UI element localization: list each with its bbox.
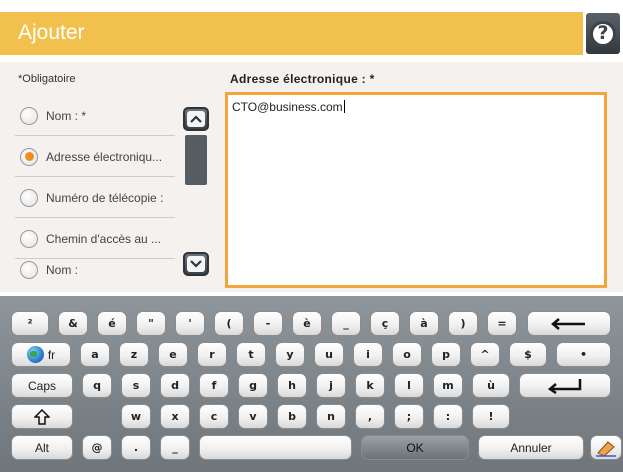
key-l[interactable]: l bbox=[394, 373, 424, 398]
chevron-down-icon bbox=[187, 256, 205, 272]
help-button[interactable]: ? bbox=[586, 13, 620, 54]
key-t[interactable]: t bbox=[236, 342, 266, 367]
key-s[interactable]: s bbox=[121, 373, 151, 398]
key-z[interactable]: z bbox=[119, 342, 149, 367]
shift-key[interactable] bbox=[11, 404, 73, 429]
key-period[interactable]: . bbox=[121, 435, 151, 460]
key-hyphen[interactable]: - bbox=[253, 311, 283, 336]
key-equals[interactable]: = bbox=[487, 311, 517, 336]
enter-key[interactable] bbox=[519, 373, 611, 398]
radio-button[interactable] bbox=[20, 106, 38, 125]
key-j[interactable]: j bbox=[316, 373, 346, 398]
key-r[interactable]: r bbox=[197, 342, 227, 367]
eraser-icon bbox=[596, 440, 616, 457]
key-open-paren[interactable]: ( bbox=[214, 311, 244, 336]
key-underscore-bottom[interactable]: _ bbox=[160, 435, 190, 460]
key-ampersand[interactable]: & bbox=[58, 311, 88, 336]
option-label: Nom : bbox=[46, 263, 79, 277]
email-input[interactable]: CTO@business.com bbox=[225, 92, 607, 288]
title-bar: Ajouter bbox=[0, 12, 583, 55]
key-comma[interactable]: , bbox=[355, 404, 385, 429]
key-m[interactable]: m bbox=[433, 373, 463, 398]
key-v[interactable]: v bbox=[238, 404, 268, 429]
key-o[interactable]: o bbox=[392, 342, 422, 367]
key-f[interactable]: f bbox=[199, 373, 229, 398]
page-title: Ajouter bbox=[18, 21, 85, 44]
shift-icon bbox=[34, 408, 50, 425]
key-k[interactable]: k bbox=[355, 373, 385, 398]
key-b[interactable]: b bbox=[277, 404, 307, 429]
key-e[interactable]: e bbox=[158, 342, 188, 367]
alt-key[interactable]: Alt bbox=[11, 435, 73, 460]
key-x[interactable]: x bbox=[160, 404, 190, 429]
key-e-grave[interactable]: è bbox=[292, 311, 322, 336]
text-caret bbox=[343, 100, 345, 113]
key-u[interactable]: u bbox=[314, 342, 344, 367]
globe-icon bbox=[26, 346, 44, 363]
key-at[interactable]: @ bbox=[82, 435, 112, 460]
option-fax[interactable]: Numéro de télécopie : bbox=[15, 178, 175, 218]
key-semicolon[interactable]: ; bbox=[394, 404, 424, 429]
chevron-up-icon bbox=[187, 111, 205, 127]
key-double-quote[interactable]: " bbox=[136, 311, 166, 336]
key-n[interactable]: n bbox=[316, 404, 346, 429]
option-label: Adresse électroniqu... bbox=[46, 149, 163, 164]
key-u-grave[interactable]: ù bbox=[472, 373, 510, 398]
radio-button-selected[interactable] bbox=[20, 147, 38, 166]
key-g[interactable]: g bbox=[238, 373, 268, 398]
key-close-paren[interactable]: ) bbox=[448, 311, 478, 336]
key-underscore[interactable]: _ bbox=[331, 311, 361, 336]
radio-button[interactable] bbox=[20, 188, 38, 207]
key-c[interactable]: c bbox=[199, 404, 229, 429]
required-note: *Obligatoire bbox=[18, 73, 76, 85]
radio-button[interactable] bbox=[20, 261, 38, 279]
radio-button[interactable] bbox=[20, 229, 38, 248]
option-label: Chemin d'accès au ... bbox=[46, 231, 162, 246]
backspace-icon bbox=[551, 317, 585, 330]
backspace-key[interactable] bbox=[527, 311, 611, 336]
option-label: Numéro de télécopie : bbox=[46, 190, 164, 205]
key-a[interactable]: a bbox=[80, 342, 110, 367]
key-y[interactable]: y bbox=[275, 342, 305, 367]
enter-icon bbox=[547, 378, 582, 394]
header: Ajouter ? bbox=[0, 0, 623, 58]
key-d[interactable]: d bbox=[160, 373, 190, 398]
form-panel: *Obligatoire Adresse électronique : * No… bbox=[0, 62, 623, 292]
help-icon: ? bbox=[590, 20, 616, 47]
on-screen-keyboard: ² & é " ' ( - è _ ç à ) = fr a z e r t y… bbox=[0, 296, 623, 472]
option-label: Nom : * bbox=[46, 108, 87, 123]
cancel-button[interactable]: Annuler bbox=[478, 435, 584, 460]
key-c-cedilla[interactable]: ç bbox=[370, 311, 400, 336]
email-value: CTO@business.com bbox=[232, 100, 345, 114]
key-h[interactable]: h bbox=[277, 373, 307, 398]
key-caret[interactable]: ^ bbox=[470, 342, 500, 367]
option-email[interactable]: Adresse électroniqu... bbox=[15, 137, 175, 177]
key-e-acute[interactable]: é bbox=[97, 311, 127, 336]
key-p[interactable]: p bbox=[431, 342, 461, 367]
ok-button[interactable]: OK bbox=[361, 435, 469, 460]
space-key[interactable] bbox=[199, 435, 352, 460]
language-label: fr bbox=[47, 347, 56, 362]
key-colon[interactable]: : bbox=[433, 404, 463, 429]
key-q[interactable]: q bbox=[82, 373, 112, 398]
key-apostrophe[interactable]: ' bbox=[175, 311, 205, 336]
field-title: Adresse électronique : * bbox=[230, 72, 375, 86]
scroll-up-button[interactable] bbox=[183, 107, 209, 131]
option-name[interactable]: Nom : bbox=[15, 250, 175, 290]
key-bullet[interactable]: • bbox=[556, 342, 611, 367]
key-dollar[interactable]: $ bbox=[509, 342, 547, 367]
key-superscript-two[interactable]: ² bbox=[11, 311, 49, 336]
option-name-required[interactable]: Nom : * bbox=[15, 96, 175, 136]
scroll-down-button[interactable] bbox=[183, 252, 209, 276]
scrollbar-thumb[interactable] bbox=[185, 135, 207, 185]
key-a-grave[interactable]: à bbox=[409, 311, 439, 336]
clear-button[interactable] bbox=[590, 435, 622, 460]
key-exclamation[interactable]: ! bbox=[472, 404, 510, 429]
language-key[interactable]: fr bbox=[11, 342, 71, 367]
key-w[interactable]: w bbox=[121, 404, 151, 429]
key-i[interactable]: i bbox=[353, 342, 383, 367]
caps-lock-key[interactable]: Caps bbox=[11, 373, 73, 398]
